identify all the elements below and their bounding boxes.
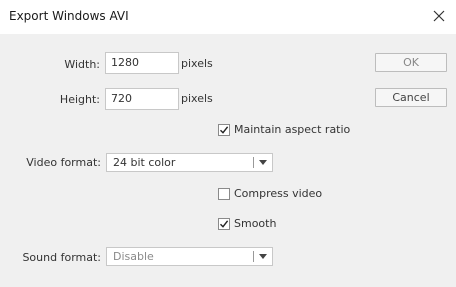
checkbox-checked-icon [218, 123, 230, 136]
compress-video-label: Compress video [234, 187, 323, 200]
video-format-value: 24 bit color [113, 156, 176, 169]
window-title: Export Windows AVI [9, 9, 129, 23]
close-icon-glyph [433, 10, 445, 22]
height-label: Height: [59, 93, 100, 106]
dropdown-separator [253, 157, 254, 168]
chevron-down-icon [259, 254, 267, 259]
checkbox-unchecked-icon [218, 187, 230, 200]
sound-format-label: Sound format: [22, 251, 101, 264]
video-format-label: Video format: [26, 156, 101, 169]
maintain-aspect-checkbox[interactable]: Maintain aspect ratio [218, 123, 350, 136]
sound-format-value: Disable [113, 250, 154, 263]
dropdown-separator [253, 251, 254, 262]
checkbox-checked-icon [218, 217, 230, 230]
height-input[interactable]: 720 [105, 88, 179, 110]
width-unit: pixels [181, 57, 213, 70]
chevron-down-icon [259, 160, 267, 165]
video-format-select[interactable]: 24 bit color [106, 153, 273, 172]
checkmark-icon [220, 219, 229, 228]
title-bar: Export Windows AVI [0, 0, 456, 34]
width-input[interactable]: 1280 [105, 52, 179, 74]
sound-format-select[interactable]: Disable [106, 247, 273, 266]
height-unit: pixels [181, 92, 213, 105]
smooth-checkbox[interactable]: Smooth [218, 217, 276, 230]
cancel-button[interactable]: Cancel [375, 88, 447, 107]
ok-button[interactable]: OK [375, 53, 447, 72]
checkmark-icon [220, 125, 229, 134]
smooth-label: Smooth [234, 217, 277, 230]
compress-video-checkbox[interactable]: Compress video [218, 187, 322, 200]
close-icon[interactable] [428, 5, 450, 27]
maintain-aspect-label: Maintain aspect ratio [234, 123, 351, 136]
width-label: Width: [64, 58, 100, 71]
